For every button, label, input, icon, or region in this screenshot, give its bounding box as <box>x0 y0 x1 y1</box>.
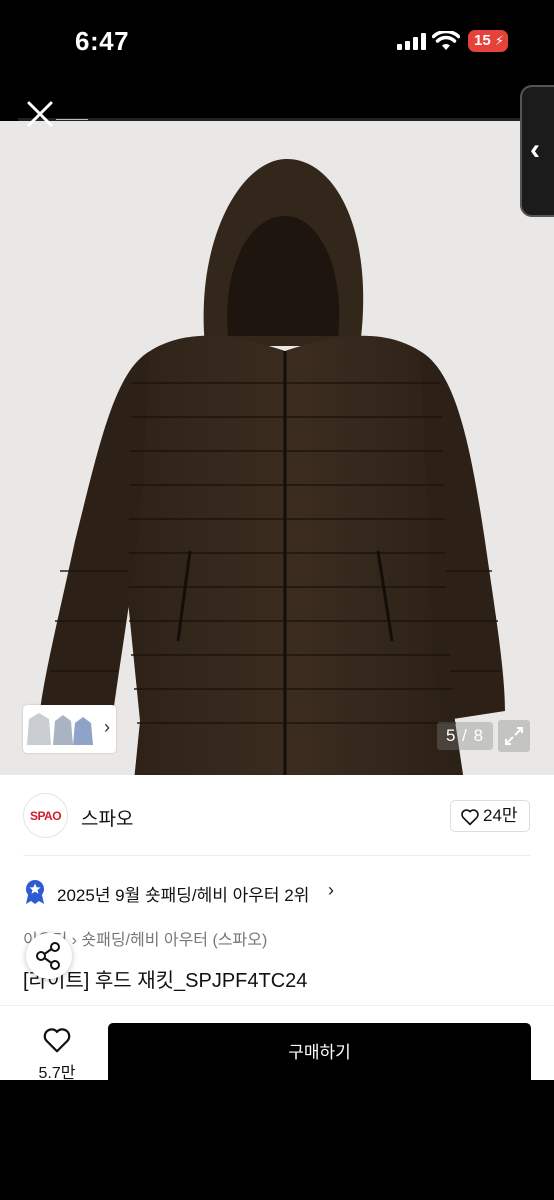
bottom-area <box>0 1080 554 1200</box>
share-button[interactable] <box>26 933 72 979</box>
cellular-signal-icon <box>397 33 426 50</box>
status-time: 6:47 <box>75 26 130 56</box>
ranking-badge-icon <box>26 880 44 904</box>
share-icon <box>36 942 60 970</box>
battery-icon: 15 ⚡ <box>468 30 508 52</box>
sheet-header <box>0 90 554 120</box>
expand-icon[interactable] <box>498 720 530 752</box>
thumbnail-strip[interactable]: › <box>23 705 116 753</box>
charging-bolt-icon: ⚡ <box>494 33 504 48</box>
divider <box>23 855 530 856</box>
wishlist-button[interactable] <box>34 1026 80 1059</box>
close-underline <box>56 119 88 120</box>
image-counter: 5 / 8 <box>437 722 493 750</box>
thumbnail-images <box>27 713 93 745</box>
like-count: 24만 <box>483 806 518 825</box>
like-button[interactable]: 24만 <box>450 800 530 832</box>
wifi-icon <box>432 31 460 50</box>
divider <box>0 1005 554 1006</box>
ranking-link[interactable]: 2025년 9월 숏패딩/헤비 아우터 2위 › <box>23 876 363 906</box>
chevron-right-icon: › <box>328 880 334 900</box>
brand-logo[interactable]: SPAO <box>23 793 68 838</box>
chevron-left-icon: ‹ <box>530 133 540 166</box>
product-image[interactable] <box>0 121 554 775</box>
battery-level: 15 <box>474 32 491 49</box>
chevron-right-icon: › <box>104 717 110 737</box>
brand-name[interactable]: 스파오 <box>81 804 133 831</box>
heart-icon <box>43 1028 71 1053</box>
buy-button[interactable]: 구매하기 <box>108 1023 531 1080</box>
heart-icon <box>461 809 479 826</box>
ranking-text: 2025년 9월 숏패딩/헤비 아우터 2위 <box>57 886 310 905</box>
side-panel-handle[interactable]: ‹ <box>520 85 554 217</box>
close-icon[interactable] <box>24 98 56 130</box>
jacket-illustration <box>0 121 554 775</box>
status-bar: 6:47 15 ⚡ <box>0 0 554 90</box>
